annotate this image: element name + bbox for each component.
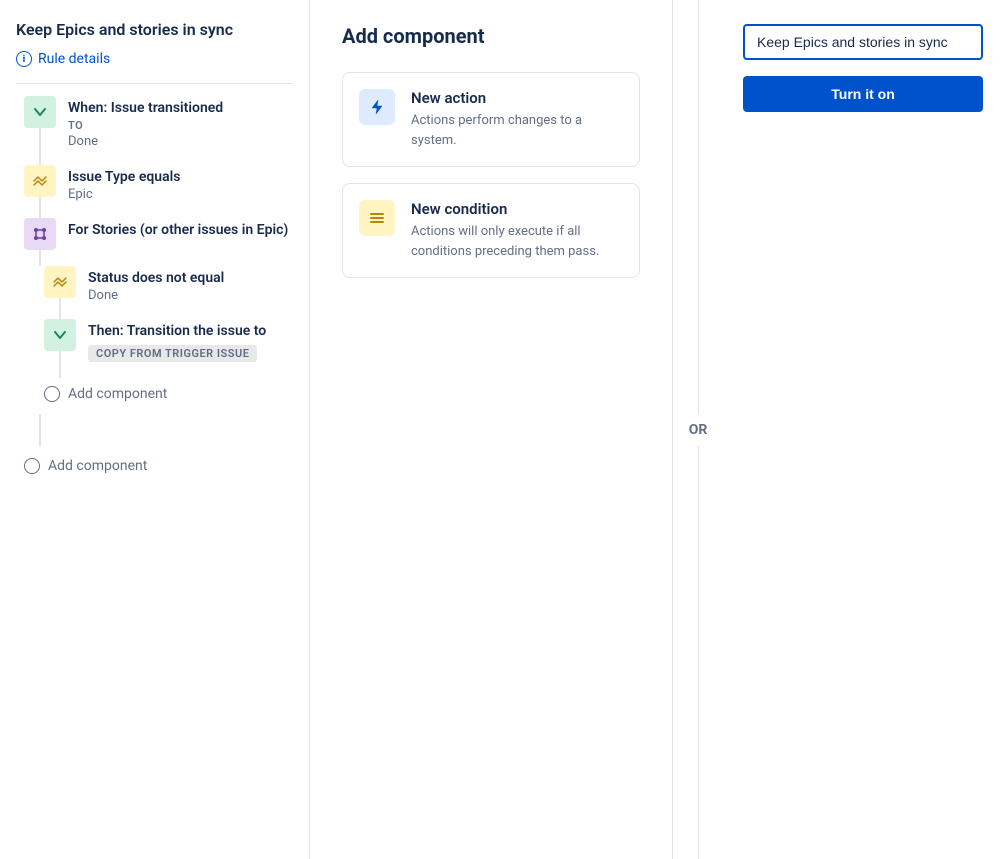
right-panel: Turn it on xyxy=(723,0,1003,859)
condition2-content: Status does not equal Done xyxy=(88,266,224,303)
condition1-content: Issue Type equals Epic xyxy=(68,165,180,202)
condition2-title: Status does not equal xyxy=(88,270,224,286)
page-container: Keep Epics and stories in sync i Rule de… xyxy=(0,0,1003,859)
timeline-item-action[interactable]: Then: Transition the issue to COPY FROM … xyxy=(44,319,293,362)
or-label: OR xyxy=(689,414,708,446)
middle-panel: Add component New action Actions perform… xyxy=(310,0,673,859)
action-content: Then: Transition the issue to COPY FROM … xyxy=(88,319,266,362)
timeline-item-branch[interactable]: For Stories (or other issues in Epic) xyxy=(24,218,293,250)
trigger-content: When: Issue transitioned TO Done xyxy=(68,96,223,149)
or-divider: OR xyxy=(673,0,723,859)
add-component-outer[interactable]: Add component xyxy=(24,450,293,482)
branch-content: For Stories (or other issues in Epic) xyxy=(68,218,288,238)
action-title: Then: Transition the issue to xyxy=(88,323,266,339)
condition1-title: Issue Type equals xyxy=(68,169,180,185)
new-condition-card[interactable]: New condition Actions will only execute … xyxy=(342,183,640,278)
turn-on-button[interactable]: Turn it on xyxy=(743,76,983,112)
trigger-sub: Done xyxy=(68,134,223,149)
action-icon xyxy=(44,319,76,351)
panel-title: Add component xyxy=(342,24,640,48)
sidebar: Keep Epics and stories in sync i Rule de… xyxy=(0,0,310,859)
condition2-icon xyxy=(44,266,76,298)
trigger-title: When: Issue transitioned xyxy=(68,100,223,116)
action-card-title: New action xyxy=(411,89,623,107)
condition1-sub: Epic xyxy=(68,187,180,202)
trigger-to: TO xyxy=(68,119,223,132)
or-line-bottom xyxy=(698,446,699,859)
action-card-content: New action Actions perform changes to a … xyxy=(411,89,623,150)
trigger-icon xyxy=(24,96,56,128)
rule-name-input[interactable] xyxy=(743,24,983,60)
condition-card-title: New condition xyxy=(411,200,623,218)
rule-details-label: Rule details xyxy=(38,51,110,67)
or-line-top xyxy=(698,0,699,414)
timeline-item-trigger[interactable]: When: Issue transitioned TO Done xyxy=(24,96,293,149)
condition1-icon xyxy=(24,165,56,197)
timeline-item-condition2[interactable]: Status does not equal Done xyxy=(44,266,293,303)
action-card-icon xyxy=(359,89,395,125)
branch-title: For Stories (or other issues in Epic) xyxy=(68,222,288,238)
condition-card-content: New condition Actions will only execute … xyxy=(411,200,623,261)
action-card-desc: Actions perform changes to a system. xyxy=(411,111,623,150)
add-component-inner-label: Add component xyxy=(68,386,167,402)
rule-details-link[interactable]: i Rule details xyxy=(16,47,293,71)
condition-card-icon xyxy=(359,200,395,236)
branch-icon xyxy=(24,218,56,250)
sidebar-title: Keep Epics and stories in sync xyxy=(16,20,293,39)
add-component-inner-circle xyxy=(44,386,60,402)
add-component-inner[interactable]: Add component xyxy=(44,378,293,410)
new-action-card[interactable]: New action Actions perform changes to a … xyxy=(342,72,640,167)
timeline: When: Issue transitioned TO Done Issue T… xyxy=(16,96,293,482)
action-badge: COPY FROM TRIGGER ISSUE xyxy=(88,345,257,362)
timeline-item-condition1[interactable]: Issue Type equals Epic xyxy=(24,165,293,202)
sidebar-divider xyxy=(16,83,293,84)
info-icon: i xyxy=(16,51,32,67)
condition-card-desc: Actions will only execute if all conditi… xyxy=(411,222,623,261)
condition2-sub: Done xyxy=(88,288,224,303)
add-component-outer-circle xyxy=(24,458,40,474)
add-component-outer-label: Add component xyxy=(48,458,147,474)
